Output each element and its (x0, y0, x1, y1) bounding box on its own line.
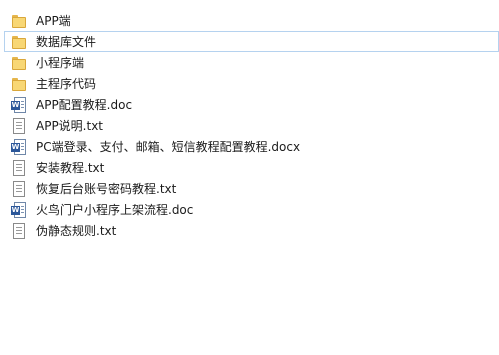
file-item-app-config-doc[interactable]: W APP配置教程.doc (4, 94, 499, 115)
file-item-restore-password-txt[interactable]: 恢复后台账号密码教程.txt (4, 178, 499, 199)
text-file-icon (11, 159, 27, 176)
file-item-miniprogram-publish-doc[interactable]: W 火鸟门户小程序上架流程.doc (4, 199, 499, 220)
folder-icon (11, 34, 27, 50)
file-item-database-folder[interactable]: 数据库文件 (4, 31, 499, 52)
file-item-label: PC端登录、支付、邮箱、短信教程配置教程.docx (36, 139, 301, 154)
folder-icon (11, 76, 27, 92)
file-item-label: 安装教程.txt (36, 160, 105, 175)
file-item-main-code-folder[interactable]: 主程序代码 (4, 73, 499, 94)
text-file-icon (11, 180, 27, 197)
file-list: APP端 数据库文件 小程序端 主程序代码 W APP配置教程.doc APP说… (0, 0, 499, 355)
file-item-label: 伪静态规则.txt (36, 223, 117, 238)
file-item-app-folder[interactable]: APP端 (4, 10, 499, 31)
file-item-label: 火鸟门户小程序上架流程.doc (36, 202, 194, 217)
text-file-icon (11, 117, 27, 134)
text-file-icon (11, 222, 27, 239)
file-item-app-readme-txt[interactable]: APP说明.txt (4, 115, 499, 136)
folder-icon (11, 13, 27, 29)
word-document-icon: W (11, 96, 27, 113)
file-item-label: APP说明.txt (36, 118, 104, 133)
word-document-icon: W (11, 201, 27, 218)
file-item-label: APP端 (36, 13, 71, 28)
file-item-miniprogram-folder[interactable]: 小程序端 (4, 52, 499, 73)
file-item-rewrite-rules-txt[interactable]: 伪静态规则.txt (4, 220, 499, 241)
file-item-pc-config-docx[interactable]: W PC端登录、支付、邮箱、短信教程配置教程.docx (4, 136, 499, 157)
file-item-label: APP配置教程.doc (36, 97, 133, 112)
file-item-install-txt[interactable]: 安装教程.txt (4, 157, 499, 178)
folder-icon (11, 55, 27, 71)
word-document-icon: W (11, 138, 27, 155)
file-item-label: 数据库文件 (36, 34, 97, 49)
file-item-label: 小程序端 (36, 55, 85, 70)
file-item-label: 恢复后台账号密码教程.txt (36, 181, 177, 196)
file-item-label: 主程序代码 (36, 76, 97, 91)
